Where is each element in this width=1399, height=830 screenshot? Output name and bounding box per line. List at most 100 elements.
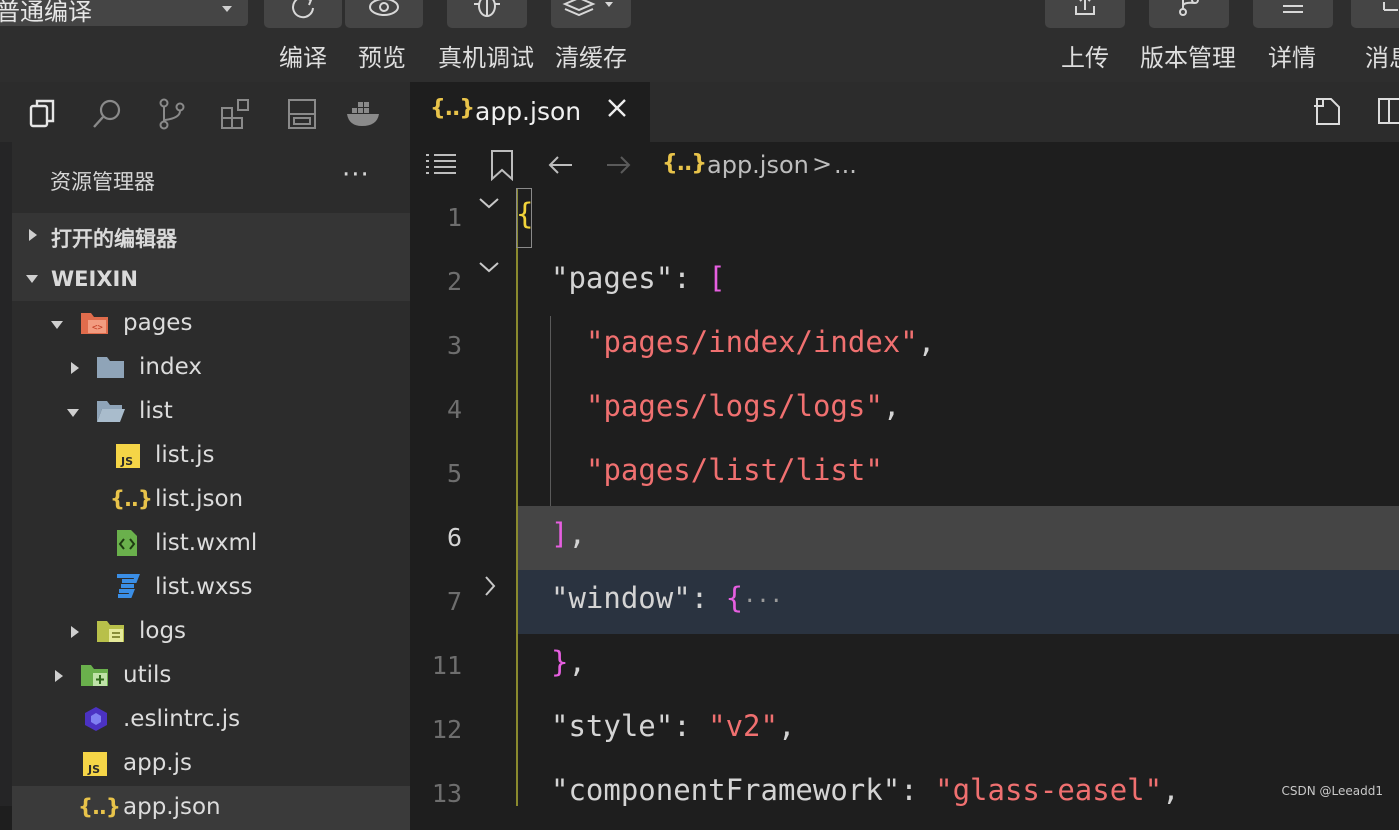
message-button[interactable] xyxy=(1351,0,1399,28)
refresh-icon xyxy=(292,0,314,19)
bell-icon xyxy=(1383,2,1398,11)
tree-item-app-js[interactable]: JS app.js xyxy=(12,742,410,786)
tree-item-utils-folder[interactable]: utils xyxy=(12,654,410,698)
line-number: 7 xyxy=(446,587,462,616)
left-gutter xyxy=(0,142,12,806)
docker-icon[interactable] xyxy=(344,96,384,132)
tree-item-logs-folder[interactable]: logs xyxy=(12,610,410,654)
line-number: 3 xyxy=(446,331,462,360)
fold-collapse-icon[interactable] xyxy=(478,196,500,210)
code-line-11: }, xyxy=(551,645,586,679)
indent-guide xyxy=(516,188,518,806)
tree-item-label: app.json xyxy=(123,794,221,820)
workspace-section[interactable]: WEIXIN xyxy=(12,257,410,301)
tree-item-label: list.wxss xyxy=(155,574,253,600)
branch-icon xyxy=(1179,0,1199,16)
code-line-12: "style": "v2", xyxy=(551,709,796,743)
compile-label[interactable]: 编译 xyxy=(279,38,327,73)
upload-button[interactable] xyxy=(1045,0,1125,28)
tree-item-index-folder[interactable]: index xyxy=(12,346,410,390)
more-actions-button[interactable]: ··· xyxy=(342,160,370,190)
json-file-icon: {..} xyxy=(662,151,707,176)
source-control-icon[interactable] xyxy=(154,96,190,132)
code-line-6: ], xyxy=(551,517,586,551)
breadcrumb-separator: > xyxy=(812,150,833,178)
arrow-left-icon[interactable] xyxy=(546,153,576,177)
tree-item-label: list xyxy=(139,398,173,424)
bookmark-icon[interactable] xyxy=(489,149,515,181)
outline-icon[interactable] xyxy=(424,150,458,180)
breadcrumb-tail[interactable]: ... xyxy=(834,151,857,179)
code-line-5: "pages/list/list" xyxy=(586,453,883,487)
files-icon[interactable] xyxy=(24,96,60,132)
breadcrumb-file[interactable]: app.json xyxy=(707,151,809,179)
extensions-icon[interactable] xyxy=(218,96,254,132)
tab-title[interactable]: app.json xyxy=(475,97,581,126)
search-icon[interactable] xyxy=(90,96,126,132)
code-line-4: "pages/logs/logs", xyxy=(586,389,901,423)
storage-icon[interactable] xyxy=(284,96,320,132)
bug-icon xyxy=(474,0,500,17)
js-file-icon: JS xyxy=(83,752,107,776)
svg-text:<>: <> xyxy=(92,323,103,333)
upload-label[interactable]: 上传 xyxy=(1061,38,1109,73)
utils-folder-icon xyxy=(81,665,108,686)
line-number: 1 xyxy=(446,203,462,232)
tree-item-list-wxml[interactable]: list.wxml xyxy=(12,522,410,566)
upload-icon xyxy=(1075,0,1095,15)
tree-item-list-wxss[interactable]: list.wxss xyxy=(12,566,410,610)
tree-item-list-json[interactable]: {..} list.json xyxy=(12,478,410,522)
js-file-icon: JS xyxy=(116,444,140,468)
folder-icon xyxy=(97,357,124,378)
close-icon[interactable] xyxy=(606,97,628,119)
preview-label[interactable]: 预览 xyxy=(358,38,406,73)
open-preview-icon[interactable] xyxy=(1311,94,1345,128)
tree-item-app-json[interactable]: {..} app.json xyxy=(12,786,410,830)
tree-item-label: app.js xyxy=(123,750,192,776)
chevron-right-icon xyxy=(71,626,79,638)
clear-cache-button[interactable] xyxy=(551,0,631,28)
current-line-highlight xyxy=(517,506,1399,570)
fold-expand-icon[interactable] xyxy=(483,575,497,597)
chevron-down-icon xyxy=(67,409,79,417)
folder-open-icon xyxy=(97,401,125,422)
chevron-down-icon xyxy=(222,6,232,12)
tree-item-label: list.js xyxy=(155,442,215,468)
arrow-right-icon[interactable] xyxy=(603,153,633,177)
eye-icon xyxy=(369,0,399,16)
menu-icon xyxy=(1283,5,1303,13)
tree-item-eslintrc[interactable]: .eslintrc.js xyxy=(12,698,410,742)
line-number: 5 xyxy=(446,459,462,488)
preview-button[interactable] xyxy=(345,0,423,28)
code-line-13: "componentFramework": "glass-easel", xyxy=(551,773,1180,807)
debug-label[interactable]: 真机调试 xyxy=(438,38,534,73)
details-button[interactable] xyxy=(1253,0,1333,28)
line-number: 13 xyxy=(431,779,462,808)
chevron-right-icon xyxy=(55,670,63,682)
fold-collapse-icon[interactable] xyxy=(478,260,500,274)
compile-mode-value: 普通编译 xyxy=(0,0,92,26)
compile-button[interactable] xyxy=(264,0,342,28)
message-label[interactable]: 消息 xyxy=(1365,38,1399,73)
open-editors-section[interactable]: 打开的编辑器 xyxy=(12,213,410,257)
eslint-file-icon xyxy=(85,707,107,731)
tree-item-pages-folder[interactable]: <> pages xyxy=(12,302,410,346)
tree-item-label: pages xyxy=(123,310,193,336)
debug-button[interactable] xyxy=(447,0,527,28)
tree-item-list-js[interactable]: JS list.js xyxy=(12,434,410,478)
indent-guide xyxy=(550,316,551,506)
chevron-right-icon xyxy=(29,229,37,241)
version-button[interactable] xyxy=(1149,0,1229,28)
tree-item-label: list.json xyxy=(155,486,244,512)
chevron-right-icon xyxy=(71,362,79,374)
code-line-2: "pages": [ xyxy=(551,261,726,295)
tree-item-list-folder[interactable]: list xyxy=(12,390,410,434)
compile-mode-select[interactable]: 普通编译 xyxy=(0,0,248,26)
version-label[interactable]: 版本管理 xyxy=(1140,38,1236,73)
clear-cache-label[interactable]: 清缓存 xyxy=(555,38,627,73)
svg-text:JS: JS xyxy=(120,455,133,468)
code-line-1: { xyxy=(516,197,534,231)
split-editor-icon[interactable] xyxy=(1377,94,1399,128)
details-label[interactable]: 详情 xyxy=(1268,38,1316,73)
watermark: CSDN @Leeadd1 xyxy=(1281,784,1384,798)
